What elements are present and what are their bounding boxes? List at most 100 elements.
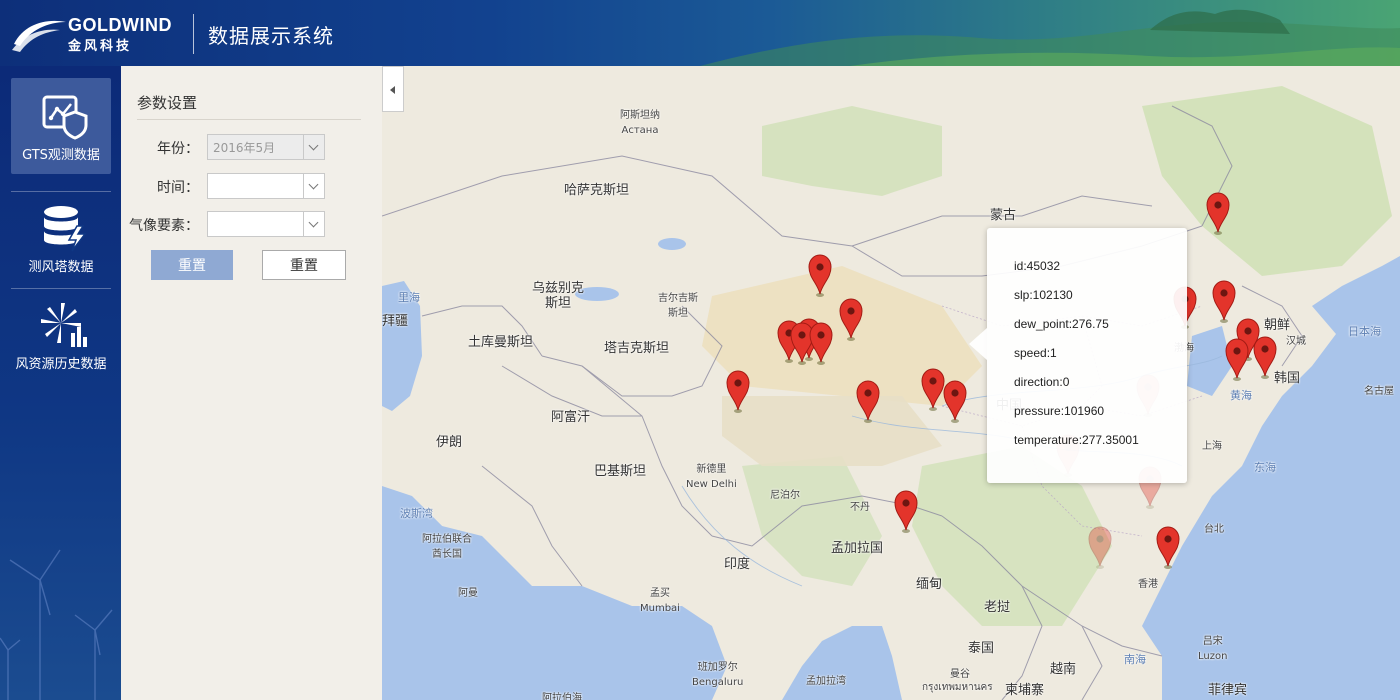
map-label-yellow-sea: 黄海 [1230, 389, 1252, 402]
element-select[interactable] [207, 211, 325, 237]
map-view[interactable]: 阿斯坦纳 Астана 哈萨克斯坦 蒙古 乌兹别克 斯坦 吉尔吉斯 斯坦 里海 … [382, 66, 1400, 700]
year-row: 年份： 2016年5月 [121, 134, 382, 160]
map-label-turkmenistan: 土库曼斯坦 [468, 335, 534, 350]
info-temperature: temperature:277.35001 [1014, 433, 1139, 447]
map-label-mumbai: 孟买 Mumbai [640, 588, 680, 614]
map-marker-pin-icon[interactable] [809, 322, 833, 366]
map-label-bangladesh: 孟加拉国 [831, 541, 884, 556]
map-marker-pin-icon[interactable] [839, 298, 863, 342]
map-label-kazakhstan: 哈萨克斯坦 [564, 183, 630, 198]
element-row: 气像要素： [121, 211, 382, 237]
time-row: 时间： [121, 173, 382, 199]
map-label-cambodia: 柬埔寨 [1005, 683, 1045, 698]
time-label: 时间： [157, 180, 199, 196]
map-marker-pin-icon[interactable] [856, 380, 880, 424]
map-label-uzbekistan: 乌兹别克 斯坦 [532, 281, 585, 311]
time-select[interactable] [207, 173, 325, 199]
map-label-luzon: 吕宋 Luzon [1198, 636, 1228, 662]
map-label-bhutan: 不丹 [850, 502, 870, 513]
info-speed: speed:1 [1014, 346, 1057, 360]
nav-item-wind-tower-data[interactable]: 测风塔数据 [11, 190, 111, 286]
element-label: 气像要素： [129, 218, 199, 234]
chevron-down-icon[interactable] [303, 135, 324, 159]
map-label-south-sea: 南海 [1124, 653, 1146, 666]
year-label: 年份： [157, 141, 199, 157]
map-marker-pin-icon[interactable] [921, 368, 945, 412]
year-value: 2016年5月 [213, 141, 276, 155]
map-marker-pin-icon[interactable] [943, 380, 967, 424]
reset-button-secondary[interactable]: 重置 [262, 250, 346, 280]
map-marker-pin-icon[interactable] [1206, 192, 1230, 236]
left-navigation: GTS观测数据 测风塔数据 风资源历史数据 [0, 66, 121, 700]
map-label-xinjiang-left: 拜疆 [382, 314, 409, 329]
collapse-panel-button[interactable] [382, 66, 404, 112]
map-base [382, 66, 1400, 700]
map-label-caspian: 里海 [398, 291, 420, 304]
map-label-philippines: 菲律宾 [1208, 683, 1248, 698]
map-label-east-sea: 东海 [1254, 461, 1276, 474]
map-label-sea-of-japan: 日本海 [1348, 325, 1381, 338]
map-label-myanmar: 缅甸 [916, 577, 943, 592]
map-marker-pin-icon[interactable] [726, 370, 750, 414]
parameter-panel: 参数设置 年份： 2016年5月 时间： 气像要素： 重置 重置 [121, 66, 382, 700]
nav-item-label: 风资源历史数据 [15, 357, 107, 372]
map-label-iran: 伊朗 [436, 435, 463, 450]
data-shield-icon [42, 95, 88, 140]
info-window-tail [969, 328, 987, 360]
map-label-astana: 阿斯坦纳 Астана [620, 110, 660, 136]
brand-name-cn: 金风科技 [68, 39, 133, 54]
map-marker-pin-icon[interactable] [1253, 336, 1277, 380]
map-marker-pin-icon[interactable] [808, 254, 832, 298]
app-header: GOLDWIND 金风科技 数据展示系统 [0, 0, 1400, 66]
map-label-tajikistan: 塔吉克斯坦 [604, 341, 670, 356]
map-label-afghanistan: 阿富汗 [551, 410, 591, 425]
map-label-nagoya: 名古屋 [1364, 386, 1394, 397]
nav-item-wind-history-data[interactable]: 风资源历史数据 [11, 287, 111, 383]
map-label-thailand: 泰国 [968, 641, 995, 656]
app-title: 数据展示系统 [208, 24, 334, 48]
info-direction: direction:0 [1014, 375, 1070, 389]
nav-item-label: GTS观测数据 [22, 148, 100, 163]
map-label-kyrgyzstan: 吉尔吉斯 斯坦 [658, 293, 698, 319]
map-label-seoul: 汉城 [1286, 336, 1306, 347]
map-label-vietnam: 越南 [1050, 662, 1077, 677]
map-label-arabian-sea: 阿拉伯海 [542, 693, 582, 700]
map-marker-pin-icon[interactable] [1088, 526, 1112, 570]
map-marker-pin-icon[interactable] [1156, 526, 1180, 570]
map-label-hongkong: 香港 [1138, 579, 1158, 590]
map-label-taipei: 台北 [1204, 524, 1224, 535]
map-label-north-korea: 朝鲜 [1264, 318, 1291, 333]
info-id: id:45032 [1014, 259, 1061, 273]
map-label-pakistan: 巴基斯坦 [594, 464, 647, 479]
map-label-persian-gulf: 波斯湾 [400, 507, 433, 520]
chevron-down-icon[interactable] [303, 174, 324, 198]
map-label-shanghai: 上海 [1202, 441, 1222, 452]
map-label-laos: 老挝 [984, 600, 1011, 615]
info-slp: slp:102130 [1014, 288, 1073, 302]
goldwind-swirl-icon [12, 20, 66, 52]
year-select[interactable]: 2016年5月 [207, 134, 325, 160]
map-marker-pin-icon[interactable] [1225, 338, 1249, 382]
info-pressure: pressure:101960 [1014, 404, 1105, 418]
map-label-bangalore: 班加罗尔 Bengaluru [692, 662, 744, 688]
map-label-bangkok-thai: กรุงเทพมหานคร [922, 682, 993, 693]
map-label-india: 印度 [724, 557, 751, 572]
header-divider [193, 14, 194, 54]
nav-item-label: 测风塔数据 [28, 260, 94, 275]
goldwind-logo[interactable]: GOLDWIND 金风科技 [10, 12, 180, 54]
map-marker-pin-icon[interactable] [1212, 280, 1236, 324]
reset-button-primary[interactable]: 重置 [151, 250, 233, 280]
map-label-uae: 阿拉伯联合 酋长国 [422, 534, 472, 560]
database-bolt-icon [44, 206, 87, 252]
map-marker-pin-icon[interactable] [894, 490, 918, 534]
brand-name: GOLDWIND [68, 15, 172, 35]
fan-chart-icon [41, 303, 87, 347]
nav-item-gts-data[interactable]: GTS观测数据 [11, 78, 111, 174]
map-label-oman: 阿曼 [458, 588, 478, 599]
marker-info-window[interactable]: id:45032 slp:102130 dew_point:276.75 spe… [969, 228, 1187, 483]
map-label-nepal: 尼泊尔 [770, 490, 800, 501]
wind-turbine-decoration [0, 549, 113, 700]
chevron-down-icon[interactable] [303, 212, 324, 236]
map-label-new-delhi: 新德里 New Delhi [686, 464, 737, 490]
panel-title: 参数设置 [137, 92, 361, 120]
